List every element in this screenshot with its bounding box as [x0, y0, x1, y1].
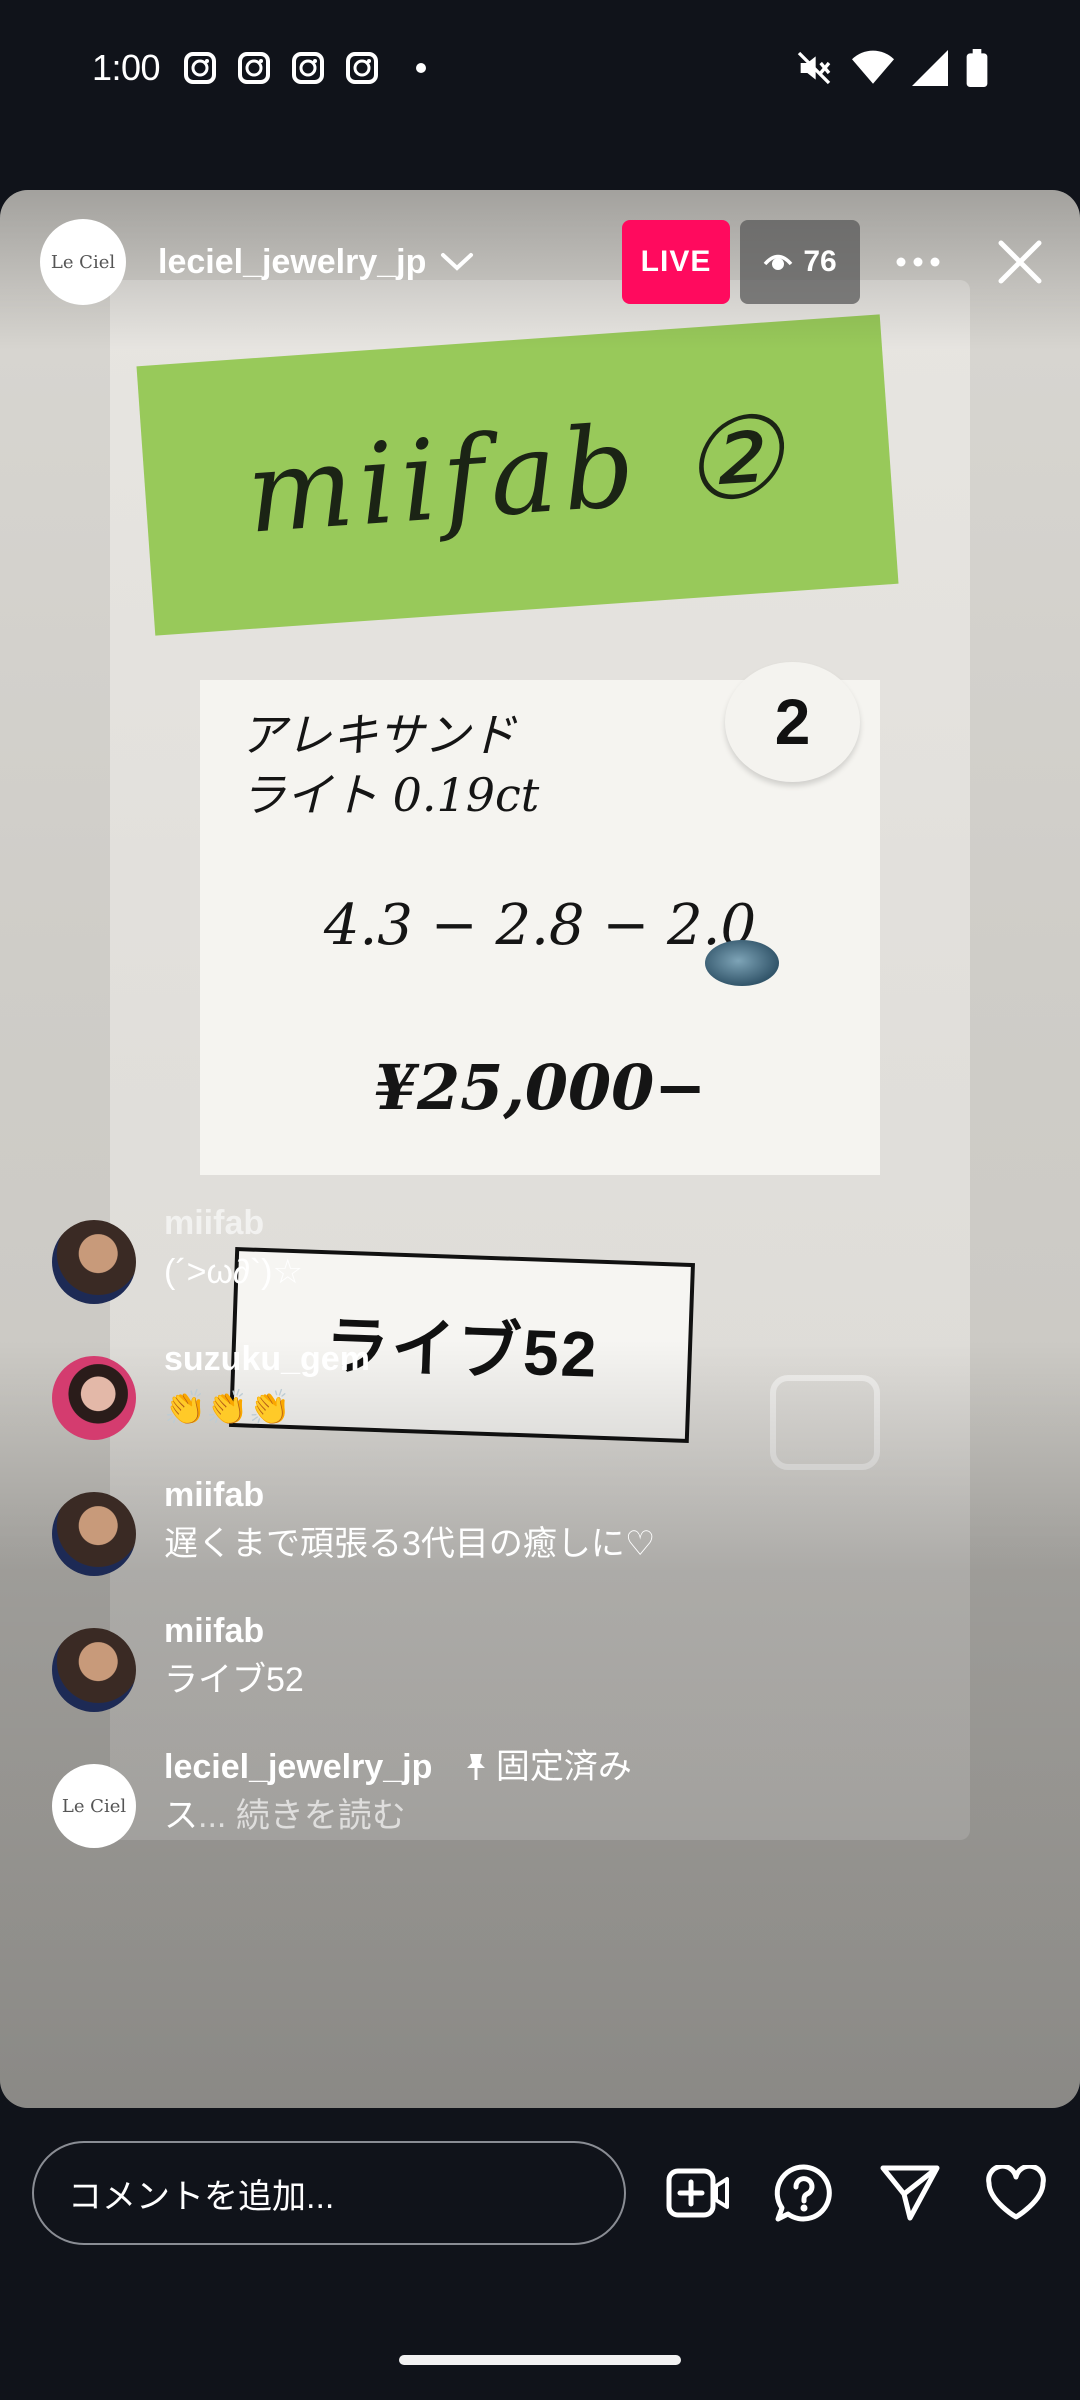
paper-line: 4.3 − 2.8 − 2.0 — [323, 892, 757, 958]
host-avatar-logo-text: Le Ciel — [50, 251, 116, 273]
ellipsis: ... — [198, 1797, 236, 1835]
pinned-comment-text: ス — [164, 1797, 198, 1835]
tape-text: miifab ② — [242, 391, 793, 559]
commenter-avatar[interactable] — [52, 1492, 136, 1576]
comment-item[interactable]: miifab (´>ω∂`)☆ — [52, 1200, 1002, 1336]
live-header: Le Ciel leciel_jewelry_jp LIVE 76 — [40, 219, 1050, 305]
comment-item[interactable]: miifab ライブ52 — [52, 1608, 1002, 1744]
more-horizontal-icon — [896, 257, 940, 267]
comment-text: (´>ω∂`)☆ — [164, 1253, 303, 1291]
comment-username[interactable]: suzuku_gem — [164, 1336, 370, 1382]
comment-text: 遅くまで頑張る3代目の癒しに♡ — [164, 1525, 656, 1563]
live-badge: LIVE — [622, 220, 730, 304]
home-indicator[interactable] — [399, 2355, 681, 2365]
paper-line: ライト 0.19ct — [240, 768, 540, 822]
add-video-icon — [666, 2168, 729, 2218]
instagram-icon — [292, 52, 325, 84]
close-icon — [998, 240, 1042, 284]
handwritten-tape: miifab ② — [136, 314, 899, 636]
viewer-count-badge[interactable]: 76 — [740, 220, 860, 304]
commenter-avatar[interactable] — [52, 1628, 136, 1712]
comment-text: ライブ52 — [164, 1661, 304, 1699]
comment-username[interactable]: leciel_jewelry_jp — [164, 1748, 432, 1786]
question-button[interactable] — [772, 2161, 836, 2225]
viewer-count: 76 — [803, 245, 837, 278]
pinned-comment-header: leciel_jewelry_jp 固定済み — [164, 1744, 632, 1790]
comment-username[interactable]: miifab — [164, 1608, 304, 1654]
paper-line: ¥25,000− — [373, 1051, 707, 1124]
paper-line: アレキサンド — [240, 708, 516, 762]
chevron-down-icon[interactable] — [440, 252, 474, 272]
like-button[interactable] — [984, 2161, 1048, 2225]
comment-input[interactable]: コメントを追加... — [32, 2141, 626, 2245]
avatar-logo-text: Le Ciel — [61, 1795, 127, 1817]
wifi-icon — [852, 50, 894, 84]
comment-text: ス... 続きを読む — [164, 1790, 632, 1842]
pinned-indicator: 固定済み — [464, 1748, 632, 1786]
comment-item[interactable]: miifab 遅くまで頑張る3代目の癒しに♡ — [52, 1472, 1002, 1608]
send-icon — [880, 2165, 940, 2221]
comment-username[interactable]: miifab — [164, 1200, 303, 1246]
share-button[interactable] — [878, 2161, 942, 2225]
instagram-icon — [346, 52, 379, 84]
eye-icon — [763, 254, 793, 270]
comment-text: 👏👏👏 — [164, 1389, 292, 1427]
heart-icon — [986, 2165, 1046, 2220]
status-bar: 1:00 — [0, 0, 1080, 136]
host-avatar[interactable]: Le Ciel — [40, 219, 126, 305]
question-icon — [774, 2164, 832, 2222]
pinned-label: 固定済み — [495, 1748, 632, 1786]
close-button[interactable] — [990, 232, 1050, 292]
more-notifications-dot-icon — [416, 63, 427, 73]
status-notification-icons — [184, 52, 427, 84]
add-video-button[interactable] — [666, 2161, 730, 2225]
comment-list[interactable]: miifab (´>ω∂`)☆ suzuku_gem 👏👏👏 miifab 遅く… — [52, 1200, 1002, 1880]
host-username[interactable]: leciel_jewelry_jp — [158, 243, 426, 282]
status-system-icons — [794, 48, 988, 88]
instagram-icon — [184, 52, 217, 84]
gemstone — [705, 940, 779, 986]
read-more-link[interactable]: 続きを読む — [236, 1797, 406, 1835]
commenter-avatar[interactable] — [52, 1220, 136, 1304]
comment-username[interactable]: miifab — [164, 1472, 655, 1518]
mute-icon — [797, 51, 831, 85]
more-options-button[interactable] — [888, 232, 948, 292]
pin-icon — [466, 1754, 485, 1780]
commenter-avatar[interactable] — [52, 1356, 136, 1440]
paper-dimensions: 4.3 − 2.8 − 2.0 — [200, 840, 880, 1010]
number-sticker: 2 — [725, 662, 860, 782]
signal-icon — [912, 50, 948, 86]
comment-placeholder: コメントを追加... — [68, 2177, 335, 2216]
comment-item[interactable]: suzuku_gem 👏👏👏 — [52, 1336, 1002, 1472]
bottom-bar: コメントを追加... — [0, 2108, 1080, 2278]
status-time: 1:00 — [92, 47, 161, 88]
battery-icon — [966, 49, 988, 87]
instagram-icon — [238, 52, 271, 84]
pinned-comment[interactable]: Le Ciel leciel_jewelry_jp 固定済み ス... 続きを読… — [52, 1744, 1002, 1880]
paper-price: ¥25,000− — [200, 1000, 880, 1175]
pinned-commenter-avatar[interactable]: Le Ciel — [52, 1764, 136, 1848]
